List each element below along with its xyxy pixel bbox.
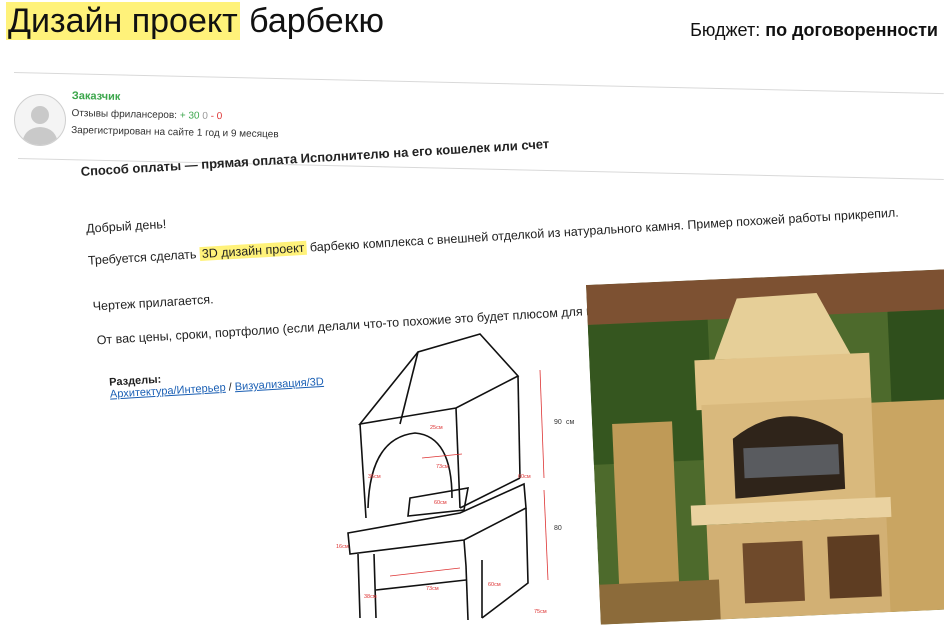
reviews-neutral[interactable]: 0 bbox=[202, 111, 208, 122]
dim-height-bottom: 80 bbox=[554, 525, 562, 532]
client-info: Заказчик Отзывы фрилансеров: + 30 0 - 0 … bbox=[71, 90, 279, 140]
line1-before: Требуется сделать bbox=[87, 247, 197, 268]
dim-height-unit: см bbox=[566, 419, 575, 426]
dim-height-top: 90 bbox=[554, 419, 562, 426]
line1-after: барбекю комплекса с внешней отделкой из … bbox=[309, 205, 900, 255]
dim-opening: 60см bbox=[434, 500, 447, 506]
project-title: Дизайн проект барбекю bbox=[6, 2, 384, 41]
reviews-negative[interactable]: - 0 bbox=[211, 111, 223, 122]
dim-side-depth: 60см bbox=[518, 474, 531, 480]
budget-label: Бюджет: bbox=[690, 20, 761, 40]
reviews-positive[interactable]: + 30 bbox=[180, 110, 200, 121]
payment-method: Способ оплаты — прямая оплата Исполнител… bbox=[80, 136, 550, 179]
client-registered: Зарегистрирован на сайте 1 год и 9 месяц… bbox=[71, 124, 279, 141]
avatar[interactable] bbox=[14, 94, 66, 146]
photo-attachment[interactable] bbox=[586, 268, 944, 625]
budget: Бюджет: по договоренности bbox=[690, 20, 938, 41]
reviews-label: Отзывы фрилансеров: bbox=[71, 107, 178, 122]
dim-base-width: 73см bbox=[426, 586, 439, 592]
dim-left-depth: 36см bbox=[368, 474, 381, 480]
dim-base-left: 38см bbox=[364, 594, 377, 600]
dim-slab: 16см bbox=[336, 544, 349, 550]
sections: Разделы: Архитектура/Интерьер / Визуализ… bbox=[109, 364, 324, 401]
dim-arch-width: 73см bbox=[436, 464, 449, 470]
dim-top-width: 25см bbox=[430, 425, 443, 431]
description-line1: Требуется сделать 3D дизайн проект барбе… bbox=[88, 206, 900, 268]
client-reviews: Отзывы фрилансеров: + 30 0 - 0 bbox=[71, 108, 279, 123]
drawing-attachment[interactable]: 25см 73см 36см 60см 60см 16см 73см 38см … bbox=[330, 328, 580, 628]
client-role[interactable]: Заказчик bbox=[72, 90, 280, 106]
dim-bottom: 75см bbox=[534, 609, 547, 615]
budget-value: по договоренности bbox=[765, 20, 938, 40]
dim-base-right: 60см bbox=[488, 582, 501, 588]
greeting: Добрый день! bbox=[85, 217, 167, 236]
description-line2: Чертеж прилагается. bbox=[92, 292, 214, 314]
user-silhouette-icon bbox=[22, 106, 58, 145]
title-highlight: Дизайн проект bbox=[6, 2, 240, 40]
blueprint-drawing: 25см 73см 36см 60см 60см 16см 73см 38см … bbox=[336, 333, 575, 621]
sections-separator: / bbox=[228, 381, 233, 394]
line1-highlight: 3D дизайн проект bbox=[199, 240, 307, 262]
title-rest: барбекю bbox=[249, 2, 385, 40]
bbq-photo bbox=[586, 268, 944, 625]
